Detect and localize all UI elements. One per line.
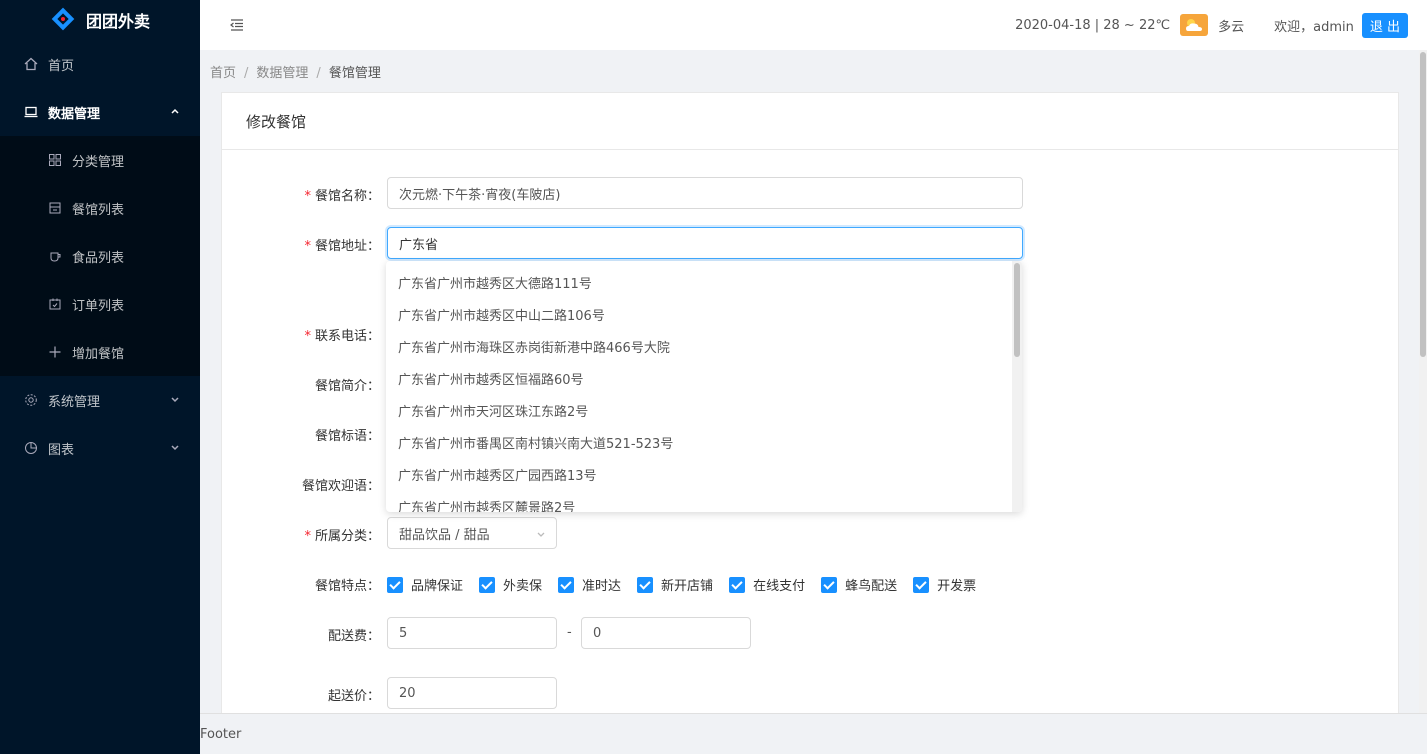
- checkbox-checked-icon: [821, 576, 838, 593]
- weather-desc: 多云: [1218, 19, 1245, 35]
- app-title: 团团外卖: [86, 12, 151, 31]
- checkbox-checked-icon: [913, 576, 930, 593]
- weather-cloudy-sun-icon: [1180, 14, 1209, 36]
- page-scrollbar[interactable]: [1419, 50, 1427, 713]
- dropdown-scrollbar[interactable]: [1012, 261, 1022, 512]
- order-icon: [48, 297, 62, 311]
- sidebar-item-food-list[interactable]: 食品列表: [0, 232, 200, 280]
- feature-checkbox[interactable]: 外卖保: [479, 575, 542, 594]
- page-scrollbar-thumb[interactable]: [1420, 52, 1426, 357]
- sidebar-item-label: 餐馆列表: [72, 202, 125, 218]
- chevron-down-icon: [171, 445, 179, 451]
- sidebar-item-data-management[interactable]: 数据管理: [0, 88, 200, 136]
- features-group: 品牌保证 外卖保 准时达 新开店铺 在线支付 蜂鸟配送 开发票: [387, 575, 992, 594]
- suggestion-item[interactable]: 广东省广州市天河区珠江东路2号: [386, 394, 1022, 426]
- chevron-down-icon: [171, 397, 179, 403]
- cup-icon: [48, 249, 62, 263]
- feature-checkbox[interactable]: 在线支付: [729, 575, 805, 594]
- suggestion-item[interactable]: 广东省广州市越秀区麓景路2号: [386, 490, 1022, 513]
- welcome-text: 欢迎，admin: [1274, 19, 1354, 35]
- checkbox-checked-icon: [479, 576, 496, 593]
- app-logo[interactable]: 团团外卖: [0, 0, 200, 40]
- menu-fold-icon[interactable]: [230, 18, 244, 32]
- suggestion-item[interactable]: 广东省广州市越秀区广园西路13号: [386, 458, 1022, 490]
- features-label: 餐馆特点：: [314, 579, 380, 594]
- range-separator: -: [567, 625, 572, 640]
- sidebar-item-charts[interactable]: 图表: [0, 424, 200, 472]
- grid-icon: [48, 153, 62, 167]
- sidebar-item-label: 食品列表: [72, 250, 125, 266]
- top-header: 2020-04-18 | 28 ~ 22℃ 多云 欢迎，admin 退 出: [200, 0, 1427, 50]
- suggestion-item[interactable]: 广东省广州市番禺区南村镇兴南大道521-523号: [386, 426, 1022, 458]
- chevron-up-icon: [171, 108, 179, 114]
- shop-name-label: * 餐馆名称：: [304, 189, 380, 204]
- address-suggestion-dropdown: 广东省广州市越秀区大德路111号 广东省广州市越秀区中山二路106号 广东省广州…: [386, 261, 1022, 512]
- sidebar-item-add-shop[interactable]: 增加餐馆: [0, 328, 200, 376]
- breadcrumb-home[interactable]: 首页: [210, 66, 236, 81]
- shop-name-input[interactable]: 次元燃·下午茶·宵夜(车陂店): [387, 177, 1023, 209]
- phone-label: * 联系电话：: [304, 329, 380, 344]
- laptop-icon: [24, 105, 38, 119]
- sidebar-item-order-list[interactable]: 订单列表: [0, 280, 200, 328]
- sidebar-item-label: 首页: [48, 58, 75, 74]
- breadcrumb: 首页 / 数据管理 / 餐馆管理: [210, 66, 381, 81]
- suggestion-item[interactable]: 广东省广州市越秀区恒福路60号: [386, 362, 1022, 394]
- sidebar-item-label: 分类管理: [72, 154, 125, 170]
- checkbox-checked-icon: [637, 576, 654, 593]
- card-title: 修改餐馆: [222, 93, 1398, 150]
- delivery-fee-label: 配送费：: [327, 629, 380, 644]
- checkbox-checked-icon: [387, 576, 403, 593]
- sidebar-item-home[interactable]: 首页: [0, 40, 200, 88]
- chevron-down-icon: [537, 532, 545, 537]
- shop-address-label: * 餐馆地址：: [304, 239, 380, 254]
- breadcrumb-current: 餐馆管理: [328, 66, 381, 81]
- category-value: 甜品饮品 / 甜品: [399, 527, 490, 543]
- min-order-input[interactable]: 20: [387, 677, 557, 709]
- feature-checkbox[interactable]: 新开店铺: [637, 575, 713, 594]
- feature-checkbox[interactable]: 蜂鸟配送: [821, 575, 897, 594]
- submenu-data-management: 分类管理 餐馆列表 食品列表 订单列表 增加餐馆: [0, 136, 200, 376]
- logout-button[interactable]: 退 出: [1361, 12, 1408, 38]
- dropdown-scrollbar-thumb[interactable]: [1014, 263, 1020, 357]
- logo-icon: [51, 7, 75, 31]
- feature-checkbox[interactable]: 品牌保证: [387, 575, 463, 594]
- sidebar-item-shop-list[interactable]: 餐馆列表: [0, 184, 200, 232]
- welcome-label: 餐馆欢迎语：: [301, 479, 380, 494]
- delivery-fee-max-input[interactable]: 0: [581, 617, 751, 649]
- footer-text: Footer: [200, 726, 242, 742]
- sidebar-item-label: 增加餐馆: [72, 346, 125, 362]
- footer: Footer: [200, 713, 1427, 754]
- delivery-fee-min-input[interactable]: 5: [387, 617, 557, 649]
- intro-label: 餐馆简介：: [314, 379, 380, 394]
- header-right: 2020-04-18 | 28 ~ 22℃ 多云 欢迎，admin 退 出: [1015, 0, 1408, 50]
- slogan-label: 餐馆标语：: [314, 429, 380, 444]
- category-cascader[interactable]: 甜品饮品 / 甜品: [387, 517, 557, 549]
- min-order-label: 起送价：: [327, 689, 380, 704]
- sidebar-item-label: 系统管理: [48, 394, 101, 410]
- sidebar-item-system-management[interactable]: 系统管理: [0, 376, 200, 424]
- store-icon: [48, 201, 62, 215]
- weather-text: 2020-04-18 | 28 ~ 22℃: [1015, 17, 1171, 33]
- sidebar-item-label: 订单列表: [72, 298, 125, 314]
- suggestion-item[interactable]: 广东省广州市越秀区大德路111号: [386, 266, 1022, 298]
- sidebar: 团团外卖 首页 数据管理 分类管理 餐馆列表 食品列表 订单列表 增加餐馆 系统…: [0, 0, 200, 754]
- suggestion-item[interactable]: 广东省广州市越秀区中山二路106号: [386, 298, 1022, 330]
- shop-address-input[interactable]: 广东省: [387, 227, 1023, 259]
- home-icon: [24, 57, 38, 71]
- sidebar-item-label: 图表: [48, 442, 75, 458]
- gear-icon: [24, 393, 38, 407]
- pie-chart-icon: [24, 441, 38, 455]
- feature-checkbox[interactable]: 准时达: [558, 575, 621, 594]
- suggestion-item[interactable]: 广东省广州市海珠区赤岗街新港中路466号大院: [386, 330, 1022, 362]
- checkbox-checked-icon: [558, 576, 575, 593]
- feature-checkbox[interactable]: 开发票: [913, 575, 976, 594]
- checkbox-checked-icon: [729, 576, 746, 593]
- category-label: * 所属分类：: [304, 529, 380, 544]
- breadcrumb-data-management[interactable]: 数据管理: [256, 66, 308, 81]
- sidebar-item-category[interactable]: 分类管理: [0, 136, 200, 184]
- sidebar-item-label: 数据管理: [48, 106, 101, 122]
- plus-icon: [48, 345, 62, 359]
